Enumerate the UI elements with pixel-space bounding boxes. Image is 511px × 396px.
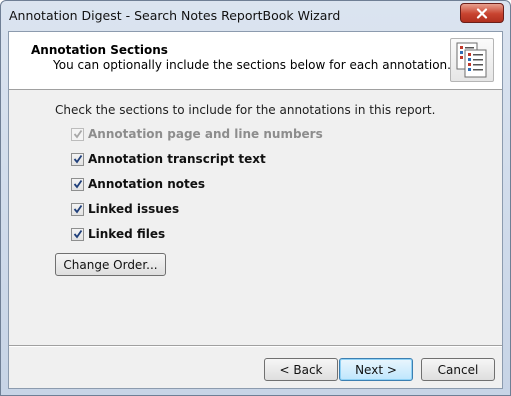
back-button[interactable]: < Back <box>264 358 338 381</box>
report-pages-icon <box>450 38 494 82</box>
window-title: Annotation Digest - Search Notes ReportB… <box>9 8 341 23</box>
checkbox-label[interactable]: Annotation notes <box>88 177 205 191</box>
cancel-button[interactable]: Cancel <box>421 358 495 381</box>
checkbox-label[interactable]: Annotation transcript text <box>88 152 266 166</box>
checkmark-icon <box>73 229 82 239</box>
checkbox-page-line-numbers <box>71 127 84 141</box>
checkbox-label: Annotation page and line numbers <box>88 127 323 141</box>
change-order-button[interactable]: Change Order... <box>55 253 166 276</box>
checkmark-icon <box>73 204 82 214</box>
footer-separator <box>9 345 502 347</box>
page-title: Annotation Sections <box>31 43 168 57</box>
checkmark-icon <box>73 154 82 164</box>
checkbox-row-linked-issues[interactable]: Linked issues <box>71 201 179 217</box>
close-button[interactable] <box>460 3 504 23</box>
checkbox-row-page-line-numbers: Annotation page and line numbers <box>71 126 323 142</box>
checkbox-label[interactable]: Linked files <box>88 227 165 241</box>
checkbox-linked-files[interactable] <box>71 227 84 241</box>
checkbox-annotation-notes[interactable] <box>71 177 84 191</box>
instruction-text: Check the sections to include for the an… <box>55 103 436 117</box>
checkbox-transcript-text[interactable] <box>71 152 84 166</box>
checkbox-label[interactable]: Linked issues <box>88 202 179 216</box>
wizard-window: Annotation Digest - Search Notes ReportB… <box>0 0 511 396</box>
title-bar[interactable]: Annotation Digest - Search Notes ReportB… <box>1 1 510 31</box>
close-icon <box>476 7 488 19</box>
page-subtitle: You can optionally include the sections … <box>53 58 451 72</box>
checkmark-icon <box>73 129 82 139</box>
checkbox-row-transcript-text[interactable]: Annotation transcript text <box>71 151 266 167</box>
checkbox-linked-issues[interactable] <box>71 202 84 216</box>
checkbox-row-linked-files[interactable]: Linked files <box>71 226 165 242</box>
checkmark-icon <box>73 179 82 189</box>
wizard-client-area: Annotation Sections You can optionally i… <box>8 31 503 389</box>
next-button[interactable]: Next > <box>339 358 413 381</box>
checkbox-row-annotation-notes[interactable]: Annotation notes <box>71 176 205 192</box>
wizard-header: Annotation Sections You can optionally i… <box>9 32 502 90</box>
